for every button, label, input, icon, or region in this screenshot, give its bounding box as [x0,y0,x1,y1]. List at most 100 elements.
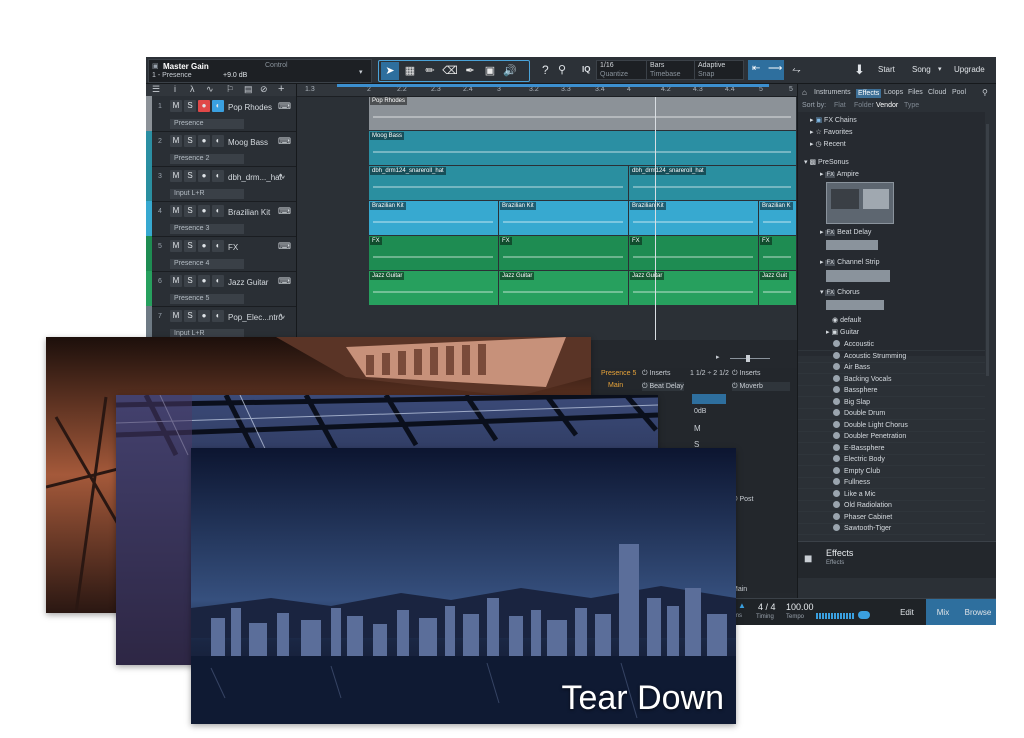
range-tool-icon[interactable]: ▦ [401,62,419,80]
time-signature[interactable]: 4 / 4 [758,602,776,612]
clip[interactable]: Pop Rhodes [369,96,796,130]
insert-slot-2[interactable]: ⏻ Moverb [732,382,790,391]
preset-item[interactable]: Big Slap [798,397,985,409]
add-track-icon[interactable]: + [278,83,284,95]
preset-item[interactable]: Double Drum [798,408,985,420]
browser-tab[interactable]: Pool [952,89,966,96]
monitor-button[interactable]: ◐ [212,275,224,287]
empty-lane[interactable] [369,306,797,340]
solo-button[interactable]: S [184,240,196,252]
clip[interactable]: FX [499,236,628,270]
preset-item[interactable]: Air Bass [798,362,985,374]
preset-item[interactable]: Double Light Chorus [798,420,985,432]
mute-button[interactable]: M [170,135,182,147]
pencil-tool-icon[interactable]: ✏ [421,62,439,80]
track-instrument-select[interactable]: Presence 5 [170,294,244,304]
track-row[interactable]: 2 M S ● ◐ Moog Bass ⌨ Presence 2 [146,131,296,167]
arrange-view[interactable]: Pop Rhodes Moog Bass dbh_drm124_snareroll_… [297,84,797,340]
solo-button[interactable]: S [184,170,196,182]
sort-option[interactable]: Flat [834,102,846,109]
track-row[interactable]: 5 M S ● ◐ FX ⌨ Presence 4 [146,236,296,272]
tree-ampire[interactable]: ▸ FX Ampire [820,170,859,178]
tree-default[interactable]: ◉ default [832,316,861,324]
timeline-ruler[interactable]: 1.3 2 2.2 2.3 2.4 3 3.2 3.3 3.4 4 4.2 4.3 4.4 5 5 [297,84,797,97]
automation-icon[interactable]: ∿ [206,84,214,95]
marker-icon[interactable]: ⚐ [226,84,234,95]
edit-button[interactable]: Edit [892,599,922,625]
monitor-button[interactable]: ◐ [212,170,224,182]
chevron-down-icon[interactable]: ▾ [359,68,363,76]
clip[interactable]: Jazz Guit [759,271,796,305]
record-button[interactable]: ● [198,205,210,217]
zoom-slider[interactable]: ▸ [716,354,796,363]
paint-tool-icon[interactable]: ✒ [461,62,479,80]
chorus-thumbnail[interactable] [826,300,884,310]
clip[interactable]: Jazz Guitar [369,271,498,305]
clip[interactable]: FX [629,236,758,270]
preset-item[interactable]: Accoustic [798,339,985,351]
record-button[interactable]: ● [198,135,210,147]
split-tool-icon[interactable]: ▣ [481,62,499,80]
monitor-button[interactable]: ◐ [212,240,224,252]
clip[interactable]: Jazz Guitar [629,271,758,305]
mute-button[interactable]: M [170,100,182,112]
channel-buttons[interactable] [692,394,726,404]
clip[interactable]: dbh_drm124_snareroll_hat [369,166,628,200]
solo-button[interactable]: S [184,135,196,147]
record-button[interactable]: ● [198,100,210,112]
sync-icon[interactable]: ⊘ [260,84,268,95]
browser-tab[interactable]: Effects [856,89,882,98]
browser-tab[interactable]: Files [908,89,923,96]
sort-option[interactable]: Type [904,102,919,109]
clip[interactable]: Brazilian Kit [629,201,758,235]
tree-guitar[interactable]: ▸ ▣ Guitar [826,328,859,336]
snap-select[interactable]: Adaptive Snap [694,60,744,80]
track-row[interactable]: 6 M S ● ◐ Jazz Guitar ⌨ Presence 5 [146,271,296,307]
zoom-icon[interactable]: ⚲ [550,61,574,79]
mixer-inserts-label[interactable]: ⏻ Inserts [642,370,671,378]
chords-icon[interactable]: ▤ [244,84,253,95]
browser-tab[interactable]: Cloud [928,89,946,96]
mute-button[interactable]: M [170,275,182,287]
mute-button[interactable]: M [170,240,182,252]
solo-button[interactable]: S [184,310,196,322]
clip[interactable]: FX [369,236,498,270]
tree-presonus[interactable]: ▾ ▩ PreSonus [804,158,849,166]
toggle-switch[interactable] [858,611,870,619]
info-icon[interactable]: i [174,84,176,94]
preset-item[interactable]: Phaser Cabinet [798,512,985,524]
preset-item[interactable]: Old Radiolation [798,500,985,512]
iq-button[interactable]: IQ [574,61,598,79]
clip[interactable]: Brazilian Kit [499,201,628,235]
upgrade-button[interactable]: Upgrade [946,61,993,79]
monitor-button[interactable]: ◐ [212,100,224,112]
preset-item[interactable]: Backing Vocals [798,374,985,386]
preset-item[interactable]: Bassphere [798,385,985,397]
cursor-follow-icon[interactable]: ⥊ [784,61,809,79]
metronome-icon[interactable]: ▲ [738,601,746,610]
preset-item[interactable]: E-Bassphere [798,443,985,455]
record-button[interactable]: ● [198,310,210,322]
mix-button[interactable]: Mix [926,599,960,625]
timebase-select[interactable]: Bars Timebase [646,60,696,80]
track-instrument-select[interactable]: Presence 2 [170,154,244,164]
preset-item[interactable]: Like a Mic [798,489,985,501]
mute-button[interactable]: M [170,310,182,322]
download-icon[interactable]: ⬇ [846,61,873,79]
tempo-value[interactable]: 100.00 [786,602,814,612]
speaker-tool-icon[interactable]: 🔊 [501,62,519,80]
tree-fx-chains[interactable]: ▸ ▣ FX Chains [810,116,857,124]
menu-icon[interactable]: ☰ [152,84,160,95]
monitor-button[interactable]: ◐ [212,135,224,147]
playhead[interactable] [655,96,656,340]
track-instrument-select[interactable]: Presence 4 [170,259,244,269]
eraser-tool-icon[interactable]: ⌫ [441,62,459,80]
channel-strip-thumbnail[interactable] [826,270,890,282]
browser-tab[interactable]: Instruments [814,89,851,96]
beat-delay-thumbnail[interactable] [826,240,878,250]
track-row[interactable]: 3 M S ● ◐ dbh_drm..._hat ∿ Input L+R [146,166,296,202]
track-instrument-select[interactable]: Presence [170,119,244,129]
insert-slot-1[interactable]: ⏻ Beat Delay [642,382,684,391]
track-instrument-select[interactable]: Presence 3 [170,224,244,234]
solo-button[interactable]: S [184,205,196,217]
